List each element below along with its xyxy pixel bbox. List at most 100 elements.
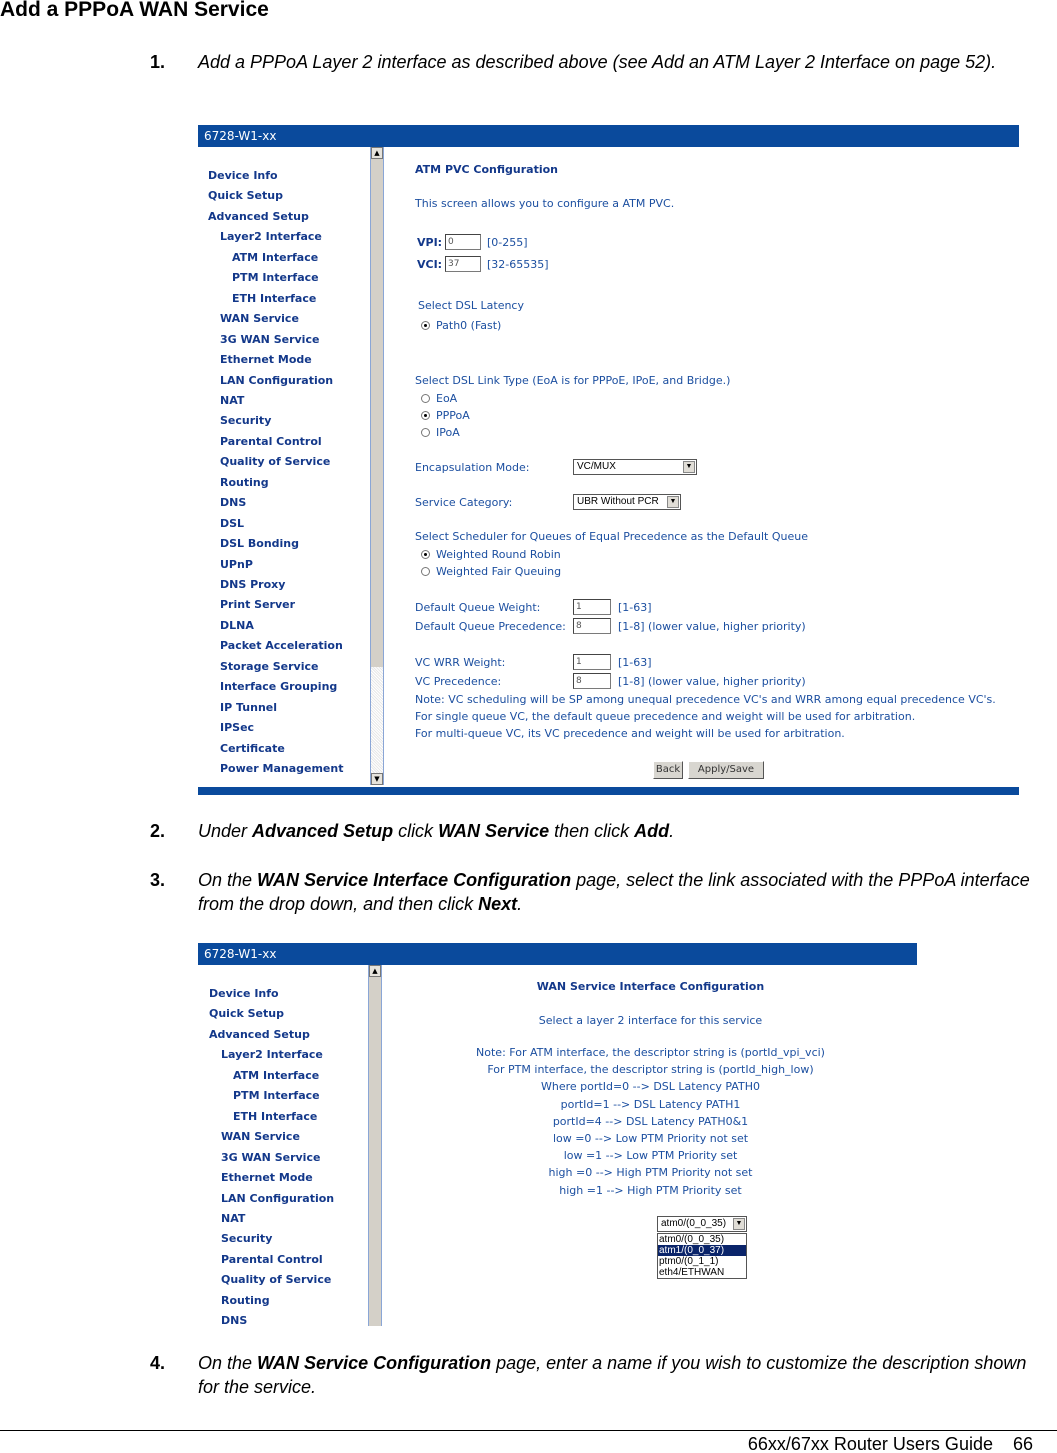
dq-weight-input[interactable]: 1 [573, 599, 611, 615]
step-number: 2. [150, 821, 166, 841]
sidebar-item-layer2-interface[interactable]: Layer2 Interface [220, 230, 322, 243]
sidebar-item-ptm-interface[interactable]: PTM Interface [233, 1089, 320, 1102]
page-number: 66 [1012, 1434, 1033, 1453]
sidebar-item-parental-control[interactable]: Parental Control [220, 435, 322, 448]
emphasis: WAN Service Interface Configuration [257, 870, 572, 890]
link-type-pppoa-radio[interactable]: PPPoA [421, 409, 470, 422]
sidebar-item-dlna[interactable]: DLNA [220, 619, 254, 632]
sidebar-item-atm-interface[interactable]: ATM Interface [233, 1069, 319, 1082]
scheduler-wfq-radio[interactable]: Weighted Fair Queuing [421, 565, 561, 578]
sidebar-item-ethernet-mode[interactable]: Ethernet Mode [221, 1171, 313, 1184]
sidebar-item-power-management[interactable]: Power Management [220, 762, 343, 775]
dropdown-option[interactable]: atm0/(0_0_35) [658, 1234, 746, 1245]
sidebar-item-layer2-interface[interactable]: Layer2 Interface [221, 1048, 323, 1061]
sidebar-item-eth-interface[interactable]: ETH Interface [233, 1110, 317, 1123]
sidebar-item-upnp[interactable]: UPnP [220, 558, 253, 571]
sidebar-scrollbar[interactable]: ▲ ▼ [370, 147, 384, 785]
sidebar-item-advanced-setup[interactable]: Advanced Setup [209, 1028, 310, 1041]
radio-label: IPoA [436, 426, 460, 439]
vc-weight-label: VC WRR Weight: [415, 656, 506, 669]
vc-weight-input[interactable]: 1 [573, 654, 611, 670]
sidebar-menu: Device Info Quick Setup Advanced Setup Laye… [198, 965, 368, 1326]
sidebar-item-wan-service[interactable]: WAN Service [220, 312, 299, 325]
sidebar-scrollbar[interactable]: ▲ [368, 965, 382, 1326]
sidebar-item-wan-service[interactable]: WAN Service [221, 1130, 300, 1143]
sidebar-item-certificate[interactable]: Certificate [220, 742, 285, 755]
vpi-input[interactable]: 0 [445, 234, 481, 250]
encap-select[interactable]: VC/MUX ▼ [573, 459, 697, 475]
vc-precedence-range: [1-8] (lower value, higher priority) [618, 675, 806, 688]
sidebar-item-atm-interface[interactable]: ATM Interface [232, 251, 318, 264]
sidebar-item-ipsec[interactable]: IPSec [220, 721, 254, 734]
interface-dropdown-list[interactable]: atm0/(0_0_35) atm1/(0_0_37) ptm0/(0_1_1) et… [657, 1233, 747, 1279]
vc-precedence-input[interactable]: 8 [573, 673, 611, 689]
sidebar-item-lan-configuration[interactable]: LAN Configuration [220, 374, 333, 387]
note-line: For PTM interface, the descriptor string… [487, 1063, 814, 1077]
scroll-up-icon[interactable]: ▲ [371, 147, 383, 159]
sidebar-item-routing[interactable]: Routing [220, 476, 269, 489]
note-line: low =0 --> Low PTM Priority not set [552, 1132, 749, 1145]
scroll-down-icon[interactable]: ▼ [371, 773, 383, 785]
chevron-down-icon[interactable]: ▼ [733, 1218, 745, 1230]
sidebar-item-interface-grouping[interactable]: Interface Grouping [220, 680, 337, 693]
radio-selected-icon[interactable] [421, 550, 430, 559]
radio-icon[interactable] [421, 567, 430, 576]
sidebar-item-3g-wan-service[interactable]: 3G WAN Service [220, 333, 319, 346]
vpi-label: VPI: [417, 236, 443, 249]
scroll-up-icon[interactable]: ▲ [369, 965, 381, 977]
radio-selected-icon[interactable] [421, 321, 430, 330]
sidebar-item-device-info[interactable]: Device Info [209, 987, 279, 1000]
sidebar-item-routing[interactable]: Routing [221, 1294, 270, 1307]
sidebar-item-ip-tunnel[interactable]: IP Tunnel [220, 701, 277, 714]
sidebar-item-security[interactable]: Security [220, 414, 271, 427]
sidebar-item-packet-acceleration[interactable]: Packet Acceleration [220, 639, 343, 652]
emphasis: Add [634, 821, 670, 841]
latency-path0-radio[interactable]: Path0 (Fast) [421, 319, 501, 332]
scheduler-wrr-radio[interactable]: Weighted Round Robin [421, 548, 561, 561]
sidebar-item-quick-setup[interactable]: Quick Setup [208, 189, 283, 202]
back-button[interactable]: Back [653, 761, 683, 779]
sidebar-item-lan-configuration[interactable]: LAN Configuration [221, 1192, 334, 1205]
sidebar-item-advanced-setup[interactable]: Advanced Setup [208, 210, 309, 223]
dq-precedence-input[interactable]: 8 [573, 618, 611, 634]
link-type-ipoa-radio[interactable]: IPoA [421, 426, 460, 439]
dq-weight-label: Default Queue Weight: [415, 601, 541, 614]
sidebar-item-print-server[interactable]: Print Server [220, 598, 295, 611]
chevron-down-icon[interactable]: ▼ [667, 496, 679, 508]
sidebar-item-3g-wan-service[interactable]: 3G WAN Service [221, 1151, 320, 1164]
sidebar-item-device-info[interactable]: Device Info [208, 169, 278, 182]
dropdown-option[interactable]: atm1/(0_0_37) [658, 1245, 746, 1256]
apply-save-button[interactable]: Apply/Save [688, 761, 764, 779]
radio-icon[interactable] [421, 394, 430, 403]
sidebar-item-dns-proxy[interactable]: DNS Proxy [220, 578, 285, 591]
interface-select[interactable]: atm0/(0_0_35) ▼ [657, 1216, 747, 1232]
sidebar-item-ptm-interface[interactable]: PTM Interface [232, 271, 319, 284]
radio-selected-icon[interactable] [421, 411, 430, 420]
sidebar-item-eth-interface[interactable]: ETH Interface [232, 292, 316, 305]
dropdown-option[interactable]: ptm0/(0_1_1) [658, 1256, 746, 1267]
note-line: Note: VC scheduling will be SP among une… [415, 693, 996, 706]
sidebar-item-nat[interactable]: NAT [220, 394, 244, 407]
chevron-down-icon[interactable]: ▼ [683, 461, 695, 473]
link-type-label: Select DSL Link Type (EoA is for PPPoE, … [415, 374, 731, 387]
scroll-track[interactable] [371, 667, 383, 773]
sidebar-item-quality-of-service[interactable]: Quality of Service [220, 455, 330, 468]
link-type-eoa-radio[interactable]: EoA [421, 392, 457, 405]
sidebar-item-security[interactable]: Security [221, 1232, 272, 1245]
sidebar-item-storage-service[interactable]: Storage Service [220, 660, 318, 673]
radio-label: EoA [436, 392, 458, 405]
sidebar-item-quality-of-service[interactable]: Quality of Service [221, 1273, 331, 1286]
service-category-select[interactable]: UBR Without PCR ▼ [573, 494, 681, 510]
dropdown-option[interactable]: eth4/ETHWAN [658, 1267, 746, 1278]
atm-pvc-screenshot: 6728-W1-xx Device Info Quick Setup Advance… [198, 125, 1019, 795]
sidebar-item-nat[interactable]: NAT [221, 1212, 245, 1225]
sidebar-item-parental-control[interactable]: Parental Control [221, 1253, 323, 1266]
sidebar-item-dns[interactable]: DNS [221, 1314, 247, 1326]
sidebar-item-dsl-bonding[interactable]: DSL Bonding [220, 537, 299, 550]
sidebar-item-dsl[interactable]: DSL [220, 517, 244, 530]
sidebar-item-dns[interactable]: DNS [220, 496, 246, 509]
vci-input[interactable]: 37 [445, 256, 481, 272]
radio-icon[interactable] [421, 428, 430, 437]
sidebar-item-quick-setup[interactable]: Quick Setup [209, 1007, 284, 1020]
sidebar-item-ethernet-mode[interactable]: Ethernet Mode [220, 353, 312, 366]
